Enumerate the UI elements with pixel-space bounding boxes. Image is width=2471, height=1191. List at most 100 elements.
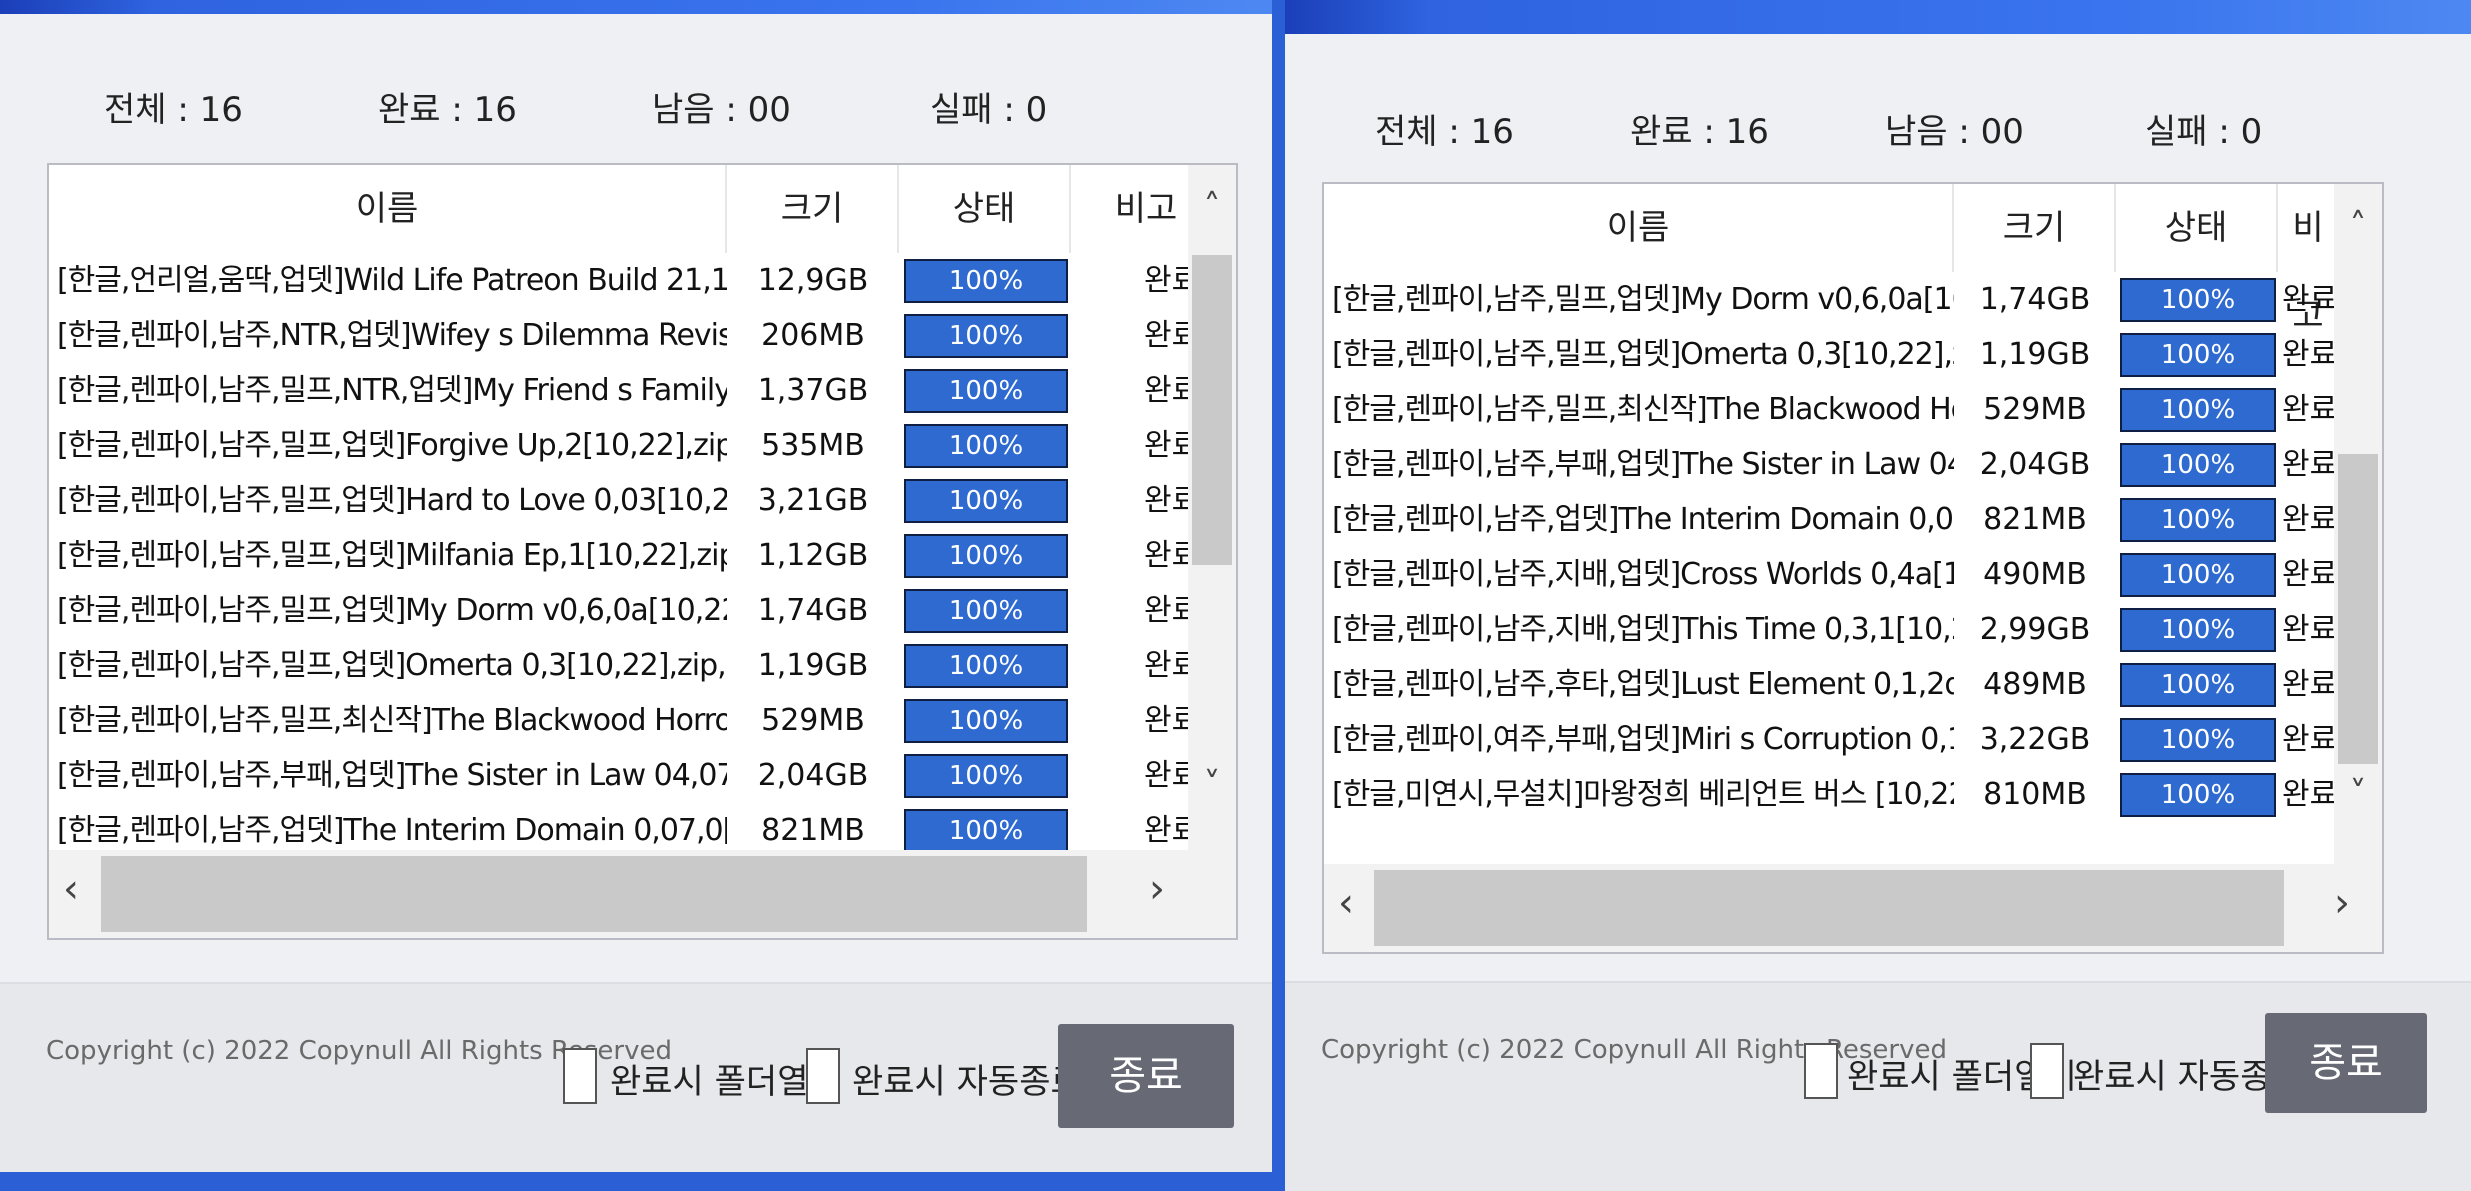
file-size: 529MB xyxy=(761,703,865,738)
table-row[interactable]: [한글,렌파이,남주,부패,업뎃]The Sister in Law 04,07… xyxy=(49,748,1199,803)
table-row[interactable]: [한글,렌파이,남주,밀프,업뎃]My Dorm v0,6,0a[10,22],… xyxy=(1324,272,2337,327)
scroll-down-icon[interactable]: ˅ xyxy=(2334,774,2382,814)
file-name: [한글,렌파이,남주,업뎃]The Interim Domain 0,07,0[… xyxy=(1332,502,1954,537)
vertical-scrollbar[interactable]: ˄ ˅ xyxy=(2334,184,2382,864)
table-row[interactable]: [한글,렌파이,남주,밀프,업뎃]Milfania Ep,1[10,22],zi… xyxy=(49,528,1199,583)
table-row[interactable]: [한글,렌파이,남주,밀프,최신작]The Blackwood Horror 0… xyxy=(49,693,1199,748)
file-name: [한글,렌파이,남주,지배,업뎃]This Time 0,3,1[10,22],… xyxy=(1332,612,1954,647)
file-size: 3,21GB xyxy=(757,483,869,518)
footer: Copyright (c) 2022 Copynull All Rights R… xyxy=(1285,981,2471,1191)
progress-bar: 100% xyxy=(904,699,1068,743)
table-row[interactable]: [한글,렌파이,남주,부패,업뎃]The Sister in Law 04,07… xyxy=(1324,437,2337,492)
table-row[interactable]: [한글,렌파이,남주,밀프,업뎃]Forgive Up,2[10,22],zip… xyxy=(49,418,1199,473)
stat-remaining: 남음 : 00 xyxy=(1885,112,2024,152)
open-folder-checkbox[interactable] xyxy=(563,1048,597,1104)
horizontal-scroll-thumb[interactable] xyxy=(101,856,1087,932)
status-note: 완료 xyxy=(2282,392,2338,427)
table-row[interactable]: [한글,렌파이,여주,부패,업뎃]Miri s Corruption 0,1,9… xyxy=(1324,712,2337,767)
file-size: 821MB xyxy=(1983,502,2087,537)
table-row[interactable]: [한글,렌파이,남주,지배,업뎃]This Time 0,3,1[10,22],… xyxy=(1324,602,2337,657)
column-header-name[interactable]: 이름 xyxy=(1324,184,1954,272)
column-header-size[interactable]: 크기 xyxy=(727,165,899,253)
scroll-up-icon[interactable]: ˄ xyxy=(2334,206,2382,246)
file-size: 490MB xyxy=(1983,557,2087,592)
table-row[interactable]: [한글,렌파이,남주,밀프,업뎃]Omerta 0,3[10,22],zip,e… xyxy=(1324,327,2337,382)
title-bar[interactable] xyxy=(1285,0,2471,34)
file-list: 이름 크기 상태 비고 [한글,언리얼,움딱,업뎃]Wild Life Patr… xyxy=(47,163,1238,940)
file-size: 1,74GB xyxy=(1979,282,2091,317)
status-note: 완료 xyxy=(2282,337,2338,372)
table-row[interactable]: [한글,렌파이,남주,NTR,업뎃]Wifey s Dilemma Revisi… xyxy=(49,308,1199,363)
scroll-down-icon[interactable]: ˅ xyxy=(1188,765,1236,805)
scroll-right-icon[interactable]: › xyxy=(1149,866,1165,912)
status-note: 완료 xyxy=(2282,722,2338,757)
progress-bar: 100% xyxy=(904,259,1068,303)
file-name: [한글,렌파이,남주,밀프,업뎃]My Dorm v0,6,0a[10,22],… xyxy=(1332,282,1954,317)
table-row[interactable]: [한글,렌파이,남주,밀프,업뎃]My Dorm v0,6,0a[10,22],… xyxy=(49,583,1199,638)
progress-bar: 100% xyxy=(904,369,1068,413)
horizontal-scrollbar[interactable]: ‹ › xyxy=(49,850,1236,938)
table-row[interactable]: [한글,렌파이,남주,밀프,업뎃]Omerta 0,3[10,22],zip,e… xyxy=(49,638,1199,693)
close-button[interactable]: 종료 xyxy=(2265,1013,2427,1113)
vertical-scrollbar[interactable]: ˄ ˅ xyxy=(1188,165,1236,850)
status-note: 완료 xyxy=(2282,667,2338,702)
file-name: [한글,렌파이,남주,밀프,업뎃]Omerta 0,3[10,22],zip,e… xyxy=(1332,337,1954,372)
status-note: 완료 xyxy=(2282,777,2338,812)
status-note: 완료 xyxy=(2282,612,2338,647)
file-name: [한글,언리얼,움딱,업뎃]Wild Life Patreon Build 21… xyxy=(57,263,727,298)
footer: Copyright (c) 2022 Copynull All Rights R… xyxy=(0,982,1272,1172)
progress-bar: 100% xyxy=(2120,718,2276,762)
progress-bar: 100% xyxy=(904,479,1068,523)
close-button[interactable]: 종료 xyxy=(1058,1024,1234,1128)
vertical-scroll-thumb[interactable] xyxy=(2338,454,2378,764)
file-size: 1,19GB xyxy=(757,648,869,683)
column-header-status[interactable]: 상태 xyxy=(899,165,1071,253)
file-size: 2,04GB xyxy=(1979,447,2091,482)
file-size: 2,99GB xyxy=(1979,612,2091,647)
file-name: [한글,렌파이,남주,NTR,업뎃]Wifey s Dilemma Revisi… xyxy=(57,318,727,353)
column-header-status[interactable]: 상태 xyxy=(2116,184,2278,272)
scroll-right-icon[interactable]: › xyxy=(2334,880,2350,926)
file-name: [한글,렌파이,여주,부패,업뎃]Miri s Corruption 0,1,9… xyxy=(1332,722,1954,757)
vertical-scroll-thumb[interactable] xyxy=(1192,255,1232,565)
status-note: 완료 xyxy=(2282,502,2338,537)
table-row[interactable]: [한글,렌파이,남주,밀프,최신작]The Blackwood Horror 0… xyxy=(1324,382,2337,437)
scroll-left-icon[interactable]: ‹ xyxy=(1338,880,1354,926)
auto-exit-label: 완료시 자동종료 xyxy=(852,1062,1082,1102)
table-row[interactable]: [한글,렌파이,남주,업뎃]The Interim Domain 0,07,0[… xyxy=(1324,492,2337,547)
progress-bar: 100% xyxy=(904,424,1068,468)
status-note: 완료 xyxy=(2282,282,2338,317)
file-size: 535MB xyxy=(761,428,865,463)
file-name: [한글,렌파이,남주,지배,업뎃]Cross Worlds 0,4a[10,22… xyxy=(1332,557,1954,592)
progress-bar: 100% xyxy=(904,314,1068,358)
table-row[interactable]: [한글,미연시,무설치]마왕정희 베리언트 버스 [10,22],zip,ezc… xyxy=(1324,767,2337,822)
title-bar[interactable] xyxy=(0,0,1272,14)
auto-exit-checkbox[interactable] xyxy=(806,1048,840,1104)
column-header-name[interactable]: 이름 xyxy=(49,165,727,253)
table-row[interactable]: [한글,렌파이,남주,지배,업뎃]Cross Worlds 0,4a[10,22… xyxy=(1324,547,2337,602)
stat-done: 완료 : 16 xyxy=(378,90,517,130)
stat-total: 전체 : 16 xyxy=(1375,112,1514,152)
progress-bar: 100% xyxy=(904,754,1068,798)
open-folder-checkbox[interactable] xyxy=(1804,1043,1838,1099)
auto-exit-checkbox[interactable] xyxy=(2030,1043,2064,1099)
scroll-left-icon[interactable]: ‹ xyxy=(63,866,79,912)
horizontal-scrollbar[interactable]: ‹ › xyxy=(1324,864,2382,952)
progress-bar: 100% xyxy=(2120,388,2276,432)
table-row[interactable]: [한글,렌파이,남주,밀프,NTR,업뎃]My Friend s Family … xyxy=(49,363,1199,418)
file-name: [한글,렌파이,남주,밀프,최신작]The Blackwood Horror 0… xyxy=(1332,392,1954,427)
progress-bar: 100% xyxy=(904,589,1068,633)
file-name: [한글,렌파이,남주,밀프,업뎃]Hard to Love 0,03[10,22… xyxy=(57,483,727,518)
table-row[interactable]: [한글,렌파이,남주,후타,업뎃]Lust Element 0,1,2d[10,… xyxy=(1324,657,2337,712)
progress-bar: 100% xyxy=(2120,333,2276,377)
file-size: 529MB xyxy=(1983,392,2087,427)
table-row[interactable]: [한글,렌파이,남주,밀프,업뎃]Hard to Love 0,03[10,22… xyxy=(49,473,1199,528)
horizontal-scroll-thumb[interactable] xyxy=(1374,870,2284,946)
column-header-note[interactable]: 비고 xyxy=(2278,184,2338,336)
list-header: 이름 크기 상태 비고 xyxy=(1324,184,2334,336)
scroll-up-icon[interactable]: ˄ xyxy=(1188,187,1236,227)
file-name: [한글,렌파이,남주,밀프,업뎃]Milfania Ep,1[10,22],zi… xyxy=(57,538,727,573)
table-row[interactable]: [한글,언리얼,움딱,업뎃]Wild Life Patreon Build 21… xyxy=(49,253,1199,308)
column-header-size[interactable]: 크기 xyxy=(1954,184,2116,272)
stat-total: 전체 : 16 xyxy=(104,90,243,130)
